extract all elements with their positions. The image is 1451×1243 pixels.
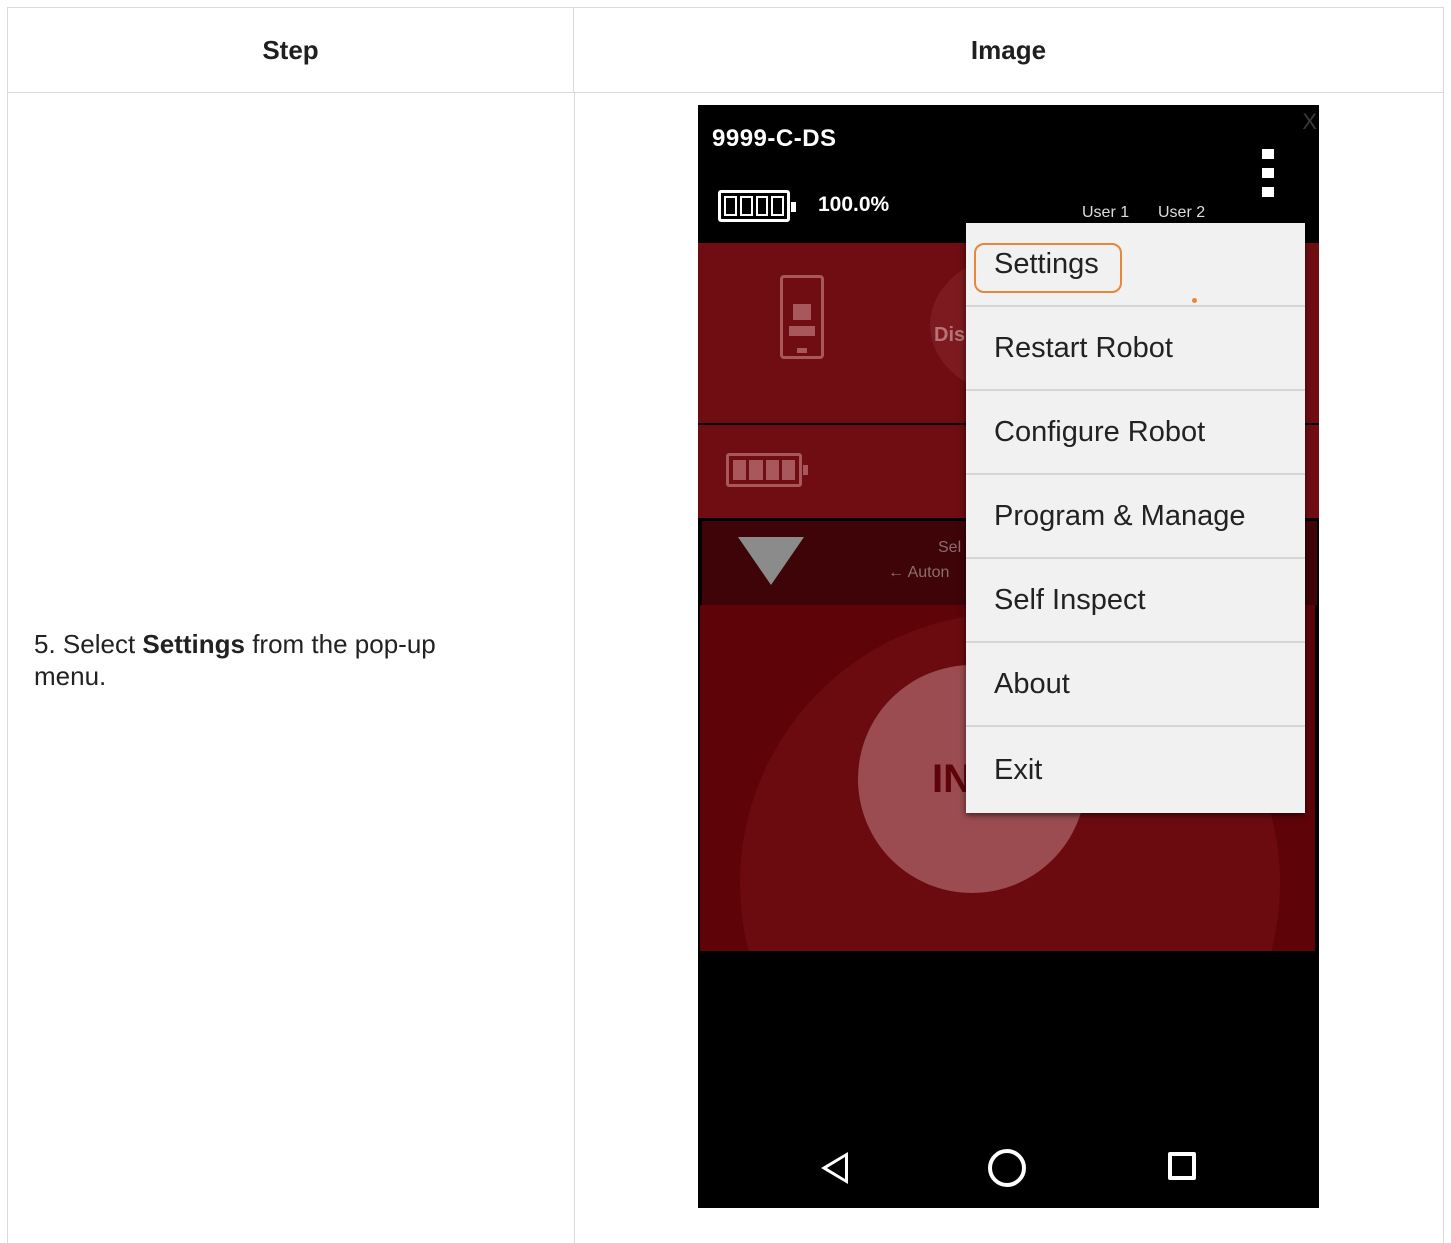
- user1-label: User 1: [1082, 204, 1130, 221]
- robot-phone-icon: [780, 275, 824, 359]
- user2-label: User 2: [1158, 204, 1206, 221]
- menu-item-restart-robot[interactable]: Restart Robot: [966, 307, 1305, 391]
- select-partial-text: Sel: [938, 539, 962, 556]
- status-partial-text: Dis: [934, 324, 966, 346]
- popup-menu: Settings Restart Robot Configure Robot P…: [966, 223, 1305, 813]
- menu-item-configure-robot[interactable]: Configure Robot: [966, 391, 1305, 475]
- step-bold-keyword: Settings: [142, 629, 245, 659]
- menu-item-exit[interactable]: Exit: [966, 727, 1305, 813]
- step-prefix: 5. Select: [34, 629, 143, 659]
- header-image: Image: [574, 8, 1443, 93]
- step-instruction: 5. Select Settings from the pop-up menu.: [34, 628, 514, 692]
- menu-item-program-manage[interactable]: Program & Manage: [966, 475, 1305, 559]
- menu-item-settings[interactable]: Settings: [966, 223, 1305, 307]
- dropdown-triangle-icon[interactable]: [738, 537, 804, 585]
- close-icon[interactable]: X: [1302, 109, 1317, 135]
- column-divider: [574, 93, 575, 1243]
- touch-indicator: [1192, 298, 1197, 303]
- header-step: Step: [8, 8, 574, 93]
- home-icon[interactable]: [988, 1149, 1026, 1187]
- back-icon[interactable]: [821, 1152, 848, 1184]
- robot-battery-icon: [726, 453, 808, 487]
- phone-screenshot: 9999-C-DS X 100.0% User 1 User 2 Dis Sel…: [698, 105, 1319, 1208]
- battery-percent: 100.0%: [818, 193, 890, 216]
- app-title: 9999-C-DS: [712, 125, 837, 152]
- autonomous-partial-text: ← Auton: [888, 564, 950, 581]
- overflow-menu-icon[interactable]: [1262, 149, 1274, 197]
- recent-apps-icon[interactable]: [1168, 1152, 1196, 1180]
- menu-item-self-inspect[interactable]: Self Inspect: [966, 559, 1305, 643]
- battery-icon: [718, 190, 796, 222]
- menu-item-about[interactable]: About: [966, 643, 1305, 727]
